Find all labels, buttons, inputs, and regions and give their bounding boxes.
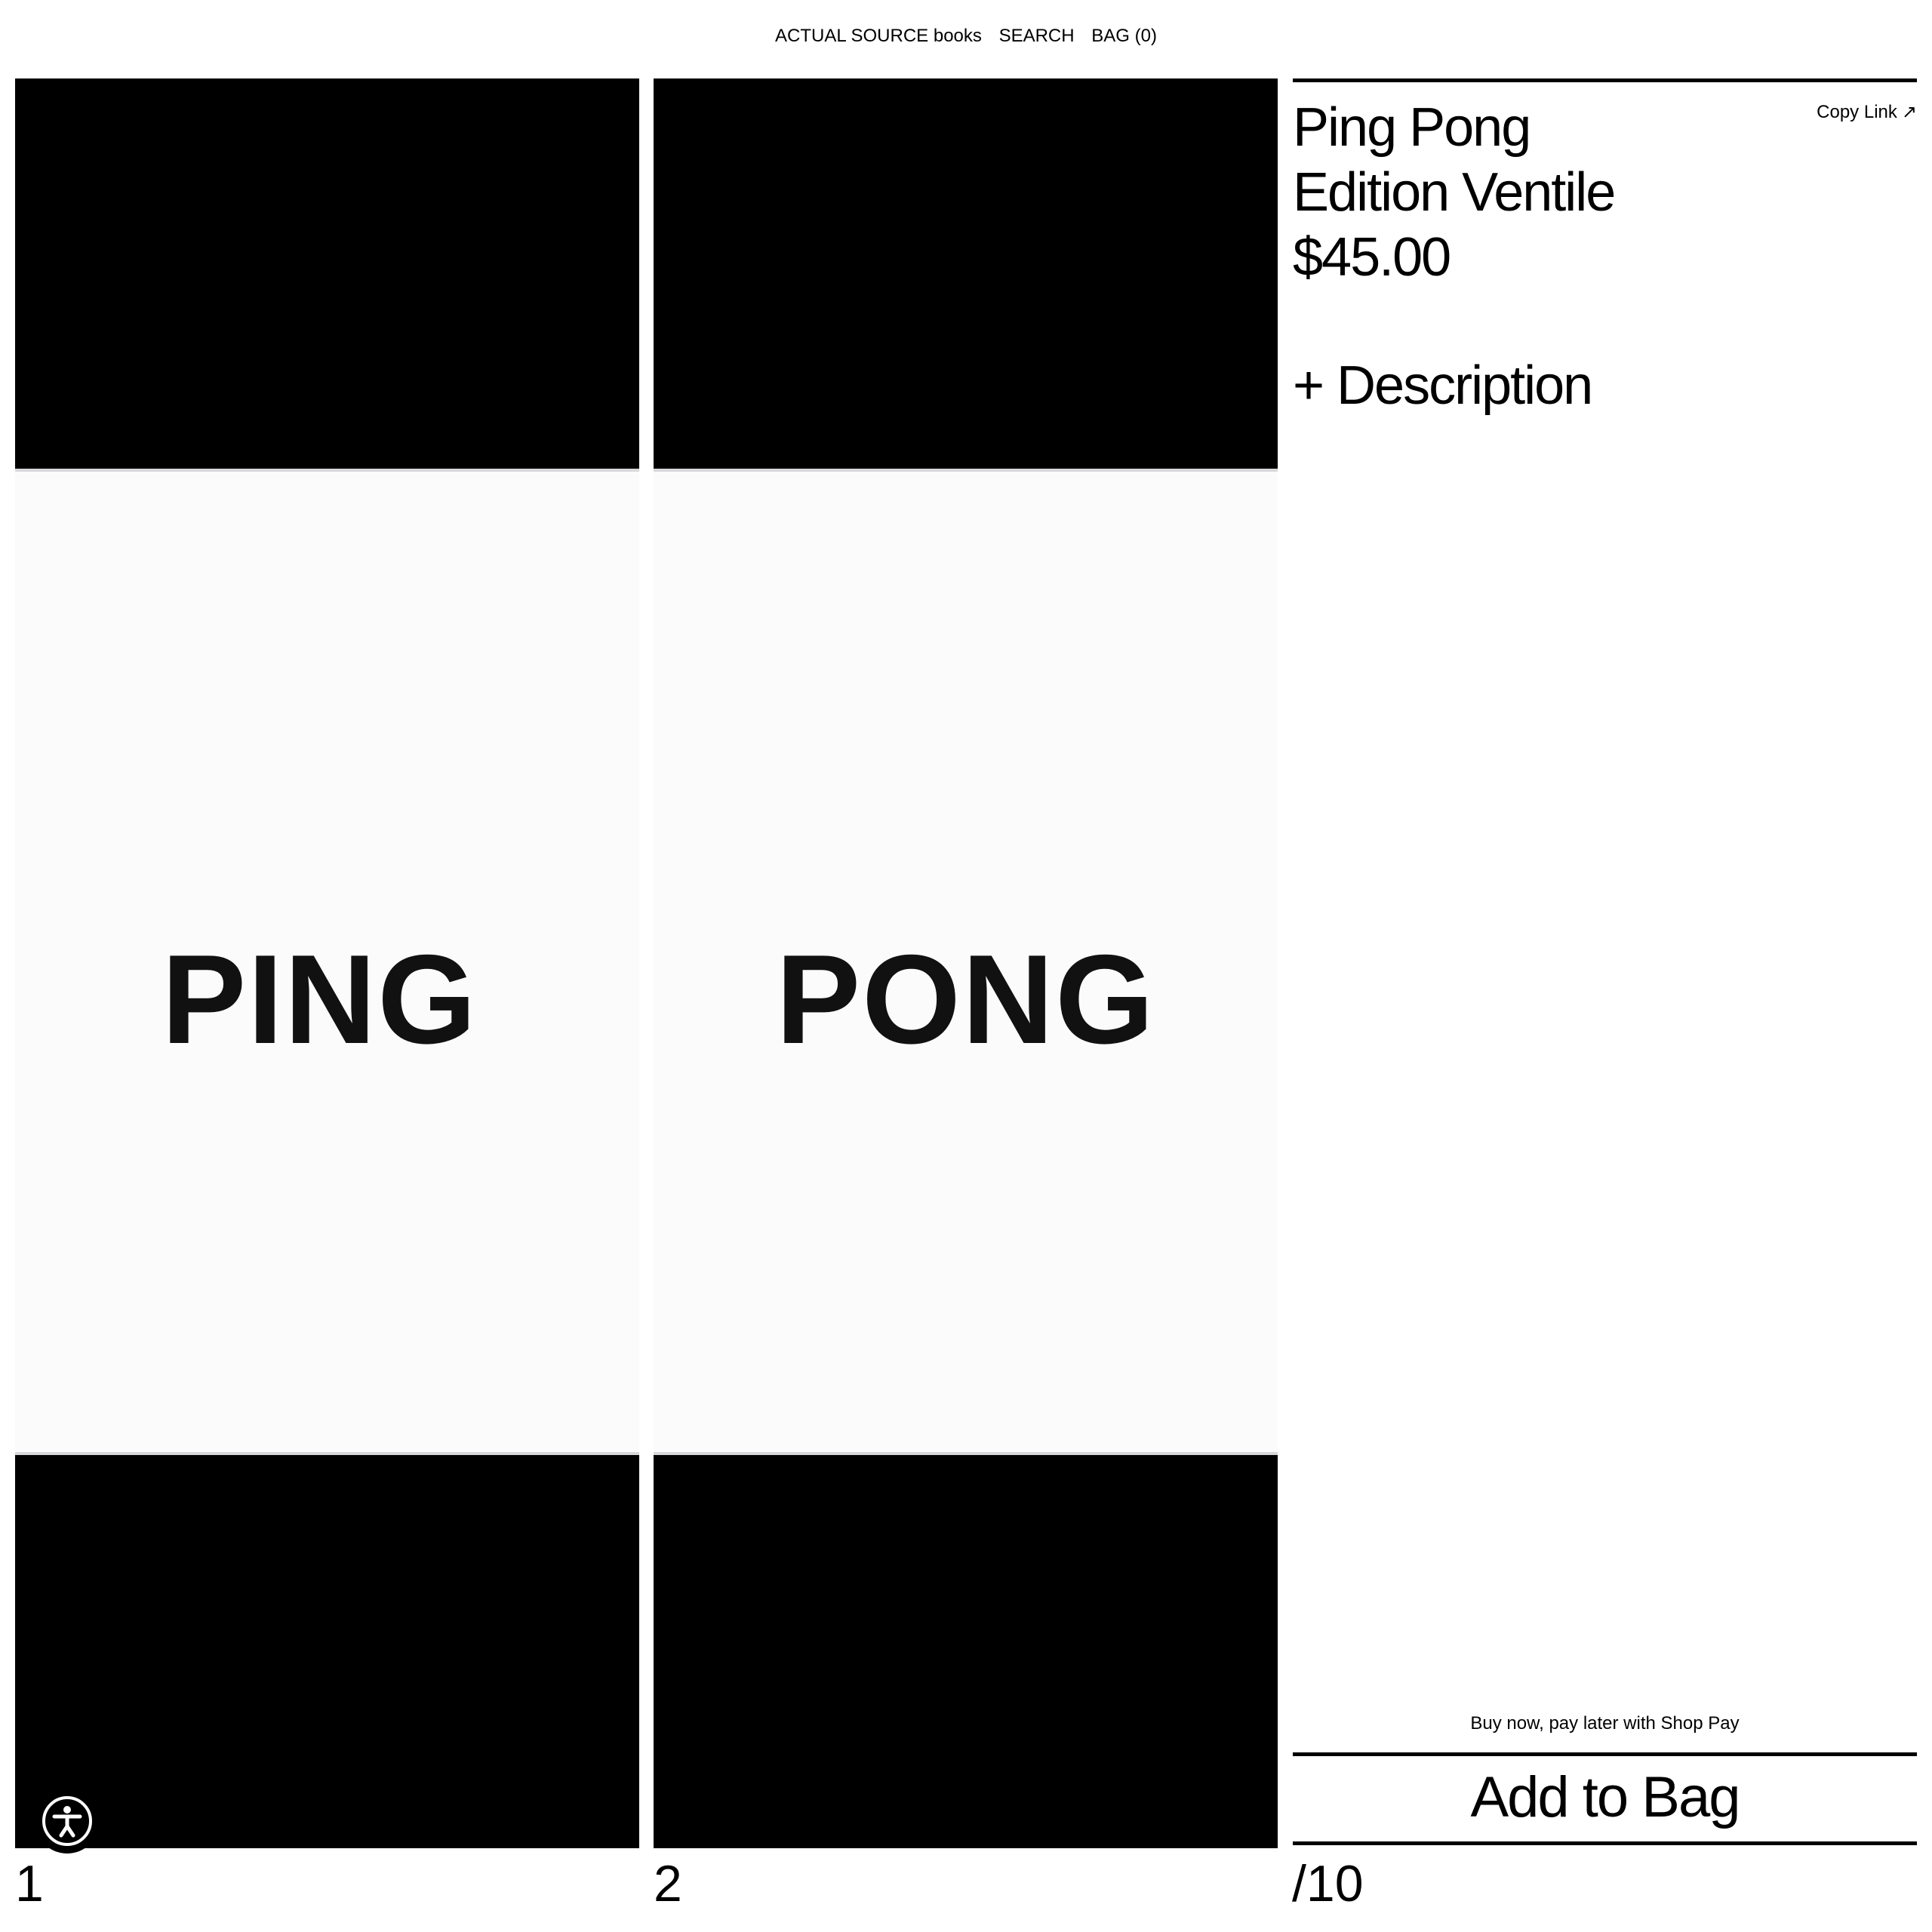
cover-text-pong: PONG (776, 928, 1155, 1070)
accessibility-icon (42, 1796, 92, 1846)
image-index-1: 1 (15, 1855, 44, 1912)
copy-link-button[interactable]: Copy Link ↗ (1817, 101, 1917, 123)
accessibility-button[interactable] (35, 1789, 100, 1854)
shop-pay-link[interactable]: Buy now, pay later with Shop Pay (1293, 1713, 1917, 1734)
bag-link[interactable]: BAG (0) (1091, 26, 1157, 47)
product-image-1[interactable]: PING (15, 78, 639, 1848)
search-link[interactable]: SEARCH (999, 26, 1075, 47)
product-price: $45.00 (1293, 227, 1451, 288)
description-toggle[interactable]: + Description (1293, 353, 1593, 418)
cover-text-ping: PING (162, 928, 478, 1070)
product-page: ACTUAL SOURCE books SEARCH BAG (0) PING … (0, 0, 1932, 1932)
arrow-up-right-icon: ↗ (1901, 102, 1917, 122)
brand-link[interactable]: ACTUAL SOURCE books (775, 26, 982, 47)
divider (1293, 78, 1917, 82)
copy-link-label: Copy Link (1817, 102, 1897, 122)
add-to-bag-button[interactable]: Add to Bag (1293, 1752, 1917, 1845)
product-title-line-2: Edition Ventile (1293, 162, 1616, 223)
product-info: Ping Pong Edition Ventile $45.00 Copy Li… (1293, 78, 1917, 1845)
image-index-2: 2 (654, 1855, 682, 1912)
product-title: Ping Pong Edition Ventile $45.00 (1293, 95, 1616, 290)
product-image-2[interactable]: PONG (654, 78, 1278, 1848)
image-count-total: /10 (1292, 1855, 1364, 1912)
top-navigation: ACTUAL SOURCE books SEARCH BAG (0) (0, 26, 1932, 47)
product-title-line-1: Ping Pong (1293, 97, 1531, 158)
